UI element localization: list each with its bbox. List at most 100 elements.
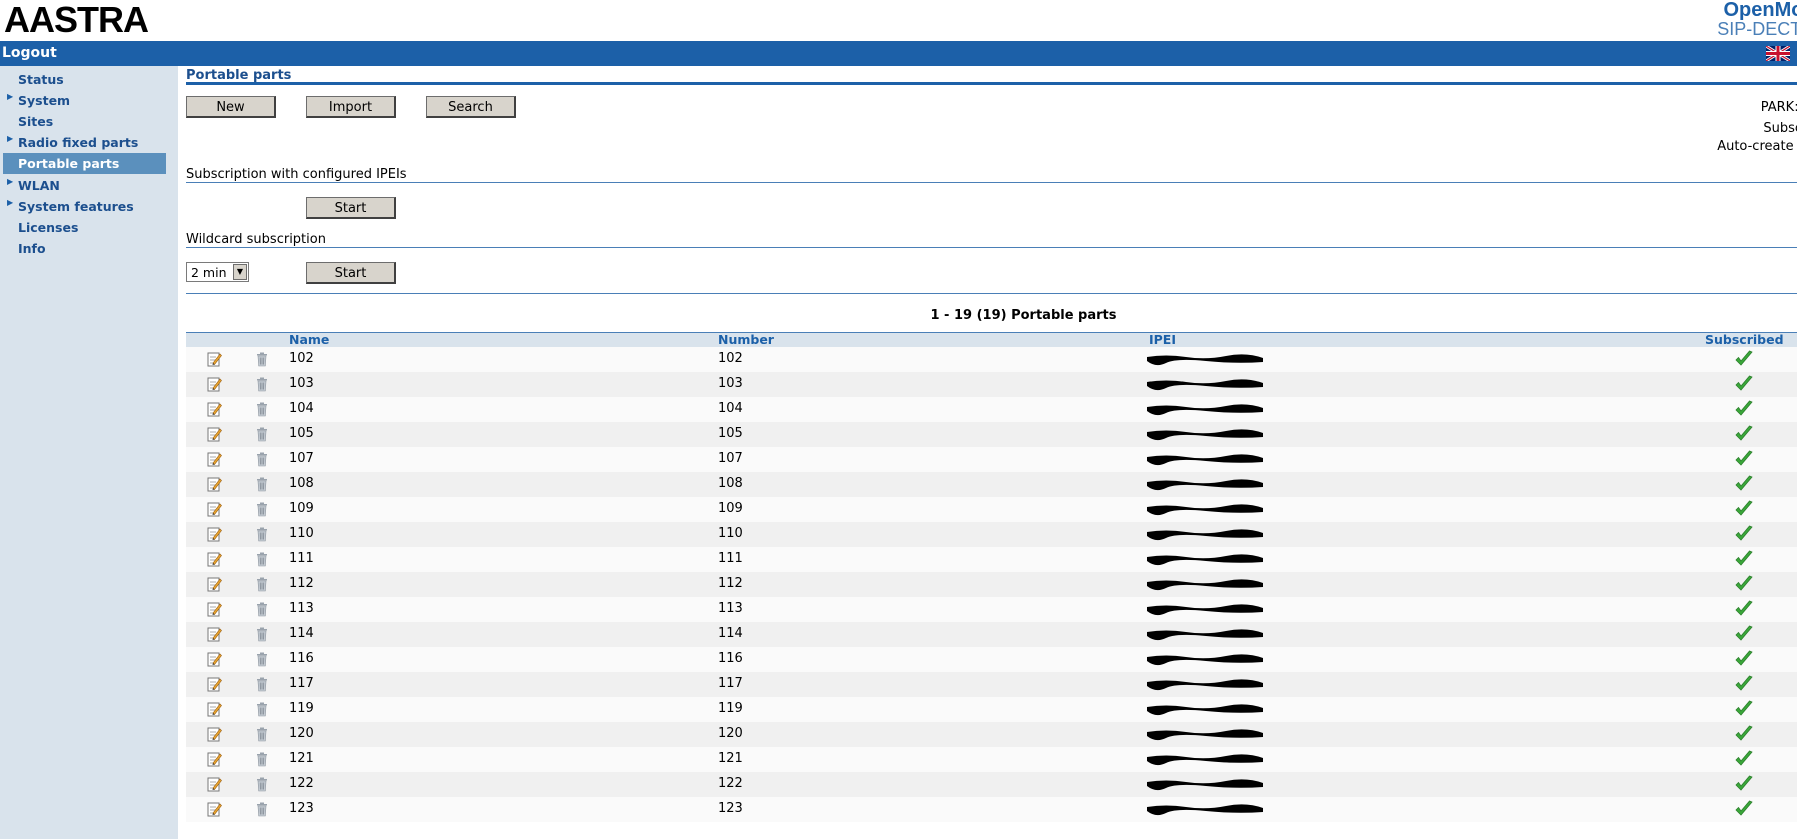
edit-icon[interactable]	[206, 676, 222, 692]
edit-icon[interactable]	[206, 376, 222, 392]
edit-icon[interactable]	[206, 726, 222, 742]
sidebar-item-label: Licenses	[18, 220, 79, 235]
cell-name: 105	[289, 426, 314, 441]
trash-icon[interactable]	[254, 651, 270, 667]
sidebar-item-licenses[interactable]: Licenses	[0, 217, 166, 238]
expand-arrow-icon[interactable]: ▶	[7, 197, 13, 209]
table-row: 120 120	[186, 722, 1797, 747]
cell-number: 107	[718, 451, 743, 466]
subscribed-check-icon	[1734, 700, 1754, 718]
trash-icon[interactable]	[254, 576, 270, 592]
trash-icon[interactable]	[254, 451, 270, 467]
trash-icon[interactable]	[254, 701, 270, 717]
trash-icon[interactable]	[254, 751, 270, 767]
trash-icon[interactable]	[254, 476, 270, 492]
cell-number: 122	[718, 776, 743, 791]
ipei-redacted	[1146, 602, 1264, 616]
edit-icon[interactable]	[206, 801, 222, 817]
col-subscribed-header[interactable]: Subscribed	[1705, 333, 1784, 347]
col-ipei-header[interactable]: IPEI	[1149, 333, 1176, 347]
sidebar-item-sites[interactable]: Sites	[0, 111, 166, 132]
ipei-redacted	[1146, 752, 1264, 766]
edit-icon[interactable]	[206, 751, 222, 767]
expand-arrow-icon[interactable]: ▶	[7, 133, 13, 145]
subscribed-check-icon	[1734, 600, 1754, 618]
edit-icon[interactable]	[206, 626, 222, 642]
edit-icon[interactable]	[206, 451, 222, 467]
trash-icon[interactable]	[254, 626, 270, 642]
sidebar-item-system-features[interactable]: ▶ System features	[0, 196, 166, 217]
search-button[interactable]: Search	[426, 96, 516, 118]
cell-number: 113	[718, 601, 743, 616]
trash-icon[interactable]	[254, 551, 270, 567]
cell-number: 117	[718, 676, 743, 691]
sidebar-item-wlan[interactable]: ▶ WLAN	[0, 175, 166, 196]
trash-icon[interactable]	[254, 526, 270, 542]
edit-icon[interactable]	[206, 401, 222, 417]
new-button[interactable]: New	[186, 96, 276, 118]
expand-arrow-icon[interactable]: ▶	[7, 176, 13, 188]
cell-name: 114	[289, 626, 314, 641]
edit-icon[interactable]	[206, 476, 222, 492]
cell-name: 123	[289, 801, 314, 816]
trash-icon[interactable]	[254, 401, 270, 417]
table-row: 108 108	[186, 472, 1797, 497]
expand-arrow-icon[interactable]: ▶	[7, 91, 13, 103]
sidebar-item-status[interactable]: Status	[0, 69, 166, 90]
trash-icon[interactable]	[254, 801, 270, 817]
cell-name: 107	[289, 451, 314, 466]
trash-icon[interactable]	[254, 426, 270, 442]
edit-icon[interactable]	[206, 351, 222, 367]
edit-icon[interactable]	[206, 551, 222, 567]
subscribed-check-icon	[1734, 750, 1754, 768]
sidebar-item-portable-parts[interactable]: Portable parts	[3, 153, 166, 174]
sidebar-item-system[interactable]: ▶ System	[0, 90, 166, 111]
trash-icon[interactable]	[254, 351, 270, 367]
trash-icon[interactable]	[254, 676, 270, 692]
table-row: 104 104	[186, 397, 1797, 422]
trash-icon[interactable]	[254, 776, 270, 792]
cell-number: 121	[718, 751, 743, 766]
cell-number: 114	[718, 626, 743, 641]
subscribed-check-icon	[1734, 400, 1754, 418]
cell-number: 105	[718, 426, 743, 441]
cell-number: 120	[718, 726, 743, 741]
trash-icon[interactable]	[254, 726, 270, 742]
uk-flag-icon[interactable]	[1766, 46, 1790, 61]
edit-icon[interactable]	[206, 651, 222, 667]
edit-icon[interactable]	[206, 601, 222, 617]
cell-number: 119	[718, 701, 743, 716]
sidebar-item-info[interactable]: Info	[0, 238, 166, 259]
col-number-header[interactable]: Number	[718, 333, 774, 347]
subscription-info: Subscri	[1763, 121, 1797, 136]
trash-icon[interactable]	[254, 376, 270, 392]
import-button[interactable]: Import	[306, 96, 396, 118]
table-row: 107 107	[186, 447, 1797, 472]
subscribed-check-icon	[1734, 625, 1754, 643]
subscribed-check-icon	[1734, 675, 1754, 693]
table-row: 112 112	[186, 572, 1797, 597]
start-wildcard-subscription-button[interactable]: Start	[306, 262, 396, 284]
edit-icon[interactable]	[206, 501, 222, 517]
sidebar-item-label: System features	[18, 199, 134, 214]
sidebar-item-radio-fixed-parts[interactable]: ▶ Radio fixed parts	[0, 132, 166, 153]
edit-icon[interactable]	[206, 701, 222, 717]
col-name-header[interactable]: Name	[289, 333, 329, 347]
cell-name: 122	[289, 776, 314, 791]
product-brand: OpenMobilit SIP-DECT 3.	[1597, 0, 1797, 38]
cell-name: 112	[289, 576, 314, 591]
edit-icon[interactable]	[206, 576, 222, 592]
trash-icon[interactable]	[254, 501, 270, 517]
cell-name: 104	[289, 401, 314, 416]
sidebar-item-label: System	[18, 93, 71, 108]
start-configured-subscription-button[interactable]: Start	[306, 197, 396, 219]
chevron-down-icon[interactable]: ▼	[233, 264, 247, 280]
subscribed-check-icon	[1734, 725, 1754, 743]
cell-number: 103	[718, 376, 743, 391]
trash-icon[interactable]	[254, 601, 270, 617]
edit-icon[interactable]	[206, 426, 222, 442]
logout-link[interactable]: Logout	[2, 45, 57, 61]
edit-icon[interactable]	[206, 526, 222, 542]
edit-icon[interactable]	[206, 776, 222, 792]
wildcard-duration-select[interactable]: 2 min ▼	[186, 262, 249, 282]
